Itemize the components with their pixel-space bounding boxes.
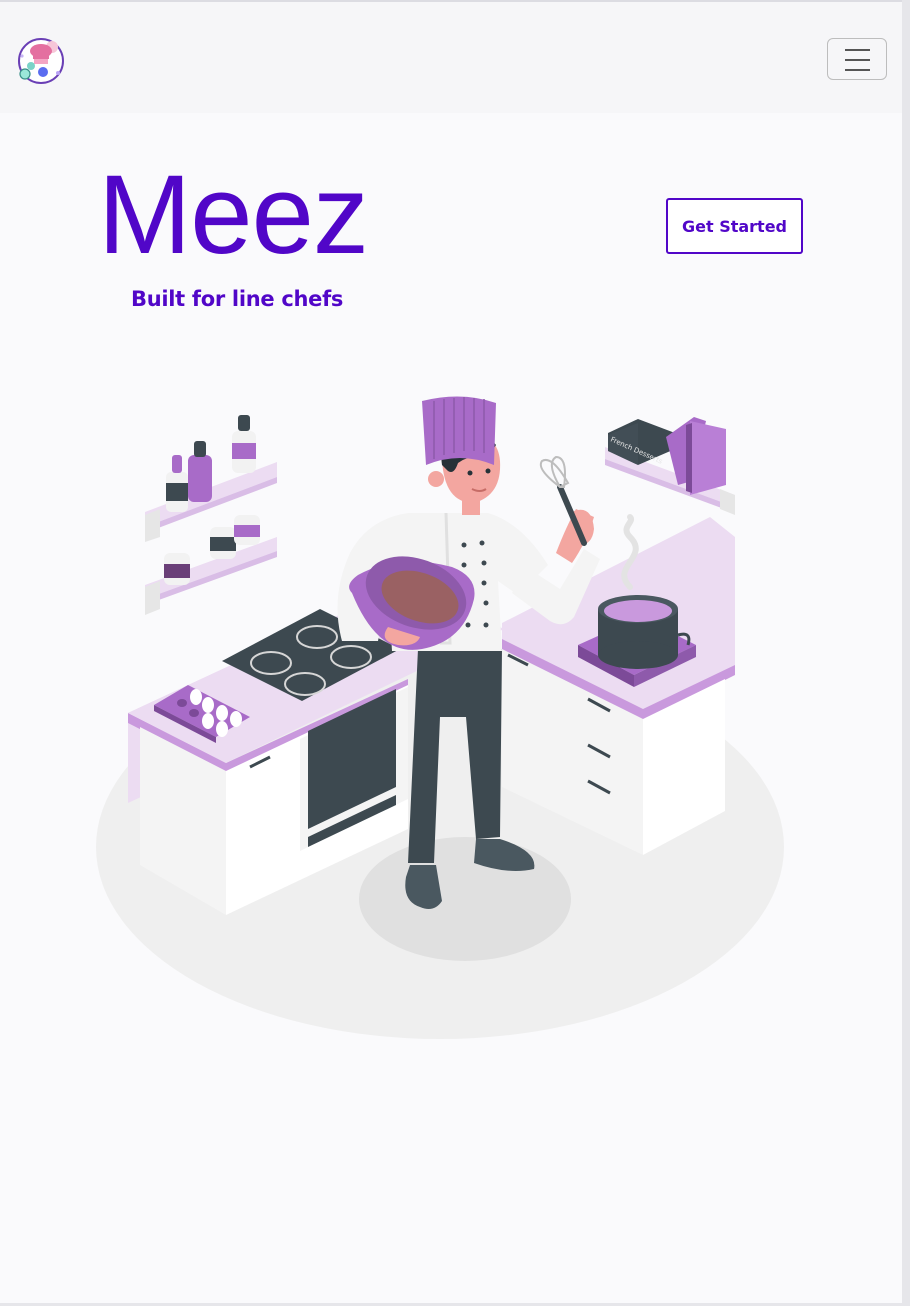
logo[interactable] <box>14 35 68 87</box>
chef-hat-logo-icon <box>18 38 64 84</box>
navbar <box>0 2 902 113</box>
page: Meez Built for line chefs Get Started Fr… <box>0 0 902 1303</box>
hero-tagline: Built for line chefs <box>131 287 344 311</box>
kitchen-chef-illustration: French Desserts <box>96 396 784 1039</box>
hero-title: Meez <box>98 152 369 277</box>
navbar-toggler-button[interactable] <box>827 38 887 80</box>
hamburger-menu-icon <box>845 49 870 51</box>
get-started-button[interactable]: Get Started <box>666 198 803 254</box>
